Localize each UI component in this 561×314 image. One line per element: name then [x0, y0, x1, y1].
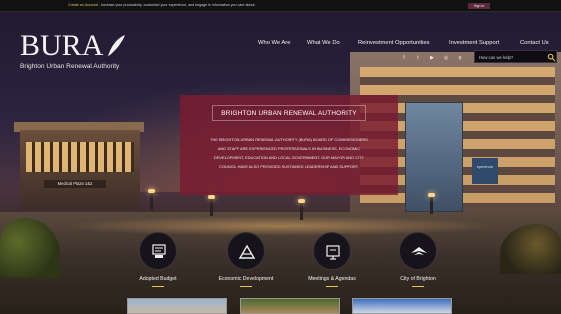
quick-link-underline [412, 286, 424, 287]
quick-link-underline [152, 286, 164, 287]
economic-development-icon [238, 244, 256, 259]
quick-link-underline [240, 286, 252, 287]
search-box [474, 50, 557, 63]
road-light-glow [60, 216, 500, 236]
spectrum-sign: spectrum [472, 158, 498, 184]
nav-contact-us[interactable]: Contact Us [520, 40, 549, 46]
meetings-icon [326, 245, 340, 260]
quick-link-label: Meetings & Agendas [308, 276, 356, 282]
nav-what-we-do[interactable]: What We Do [307, 40, 340, 46]
medical-plaza-sign: Medical Plaza 1&2 [44, 180, 106, 188]
search-input[interactable] [479, 54, 541, 61]
quick-link-circle[interactable] [227, 232, 265, 270]
panel-title: BRIGHTON URBAN RENEWAL AUTHORITY [212, 105, 366, 121]
logo-text: BUR [20, 29, 82, 62]
street-lamp [428, 193, 435, 214]
quick-link-label: Adopted Budget [139, 276, 177, 282]
city-icon [411, 247, 427, 255]
top-notification-bar: Create an Account - Increase your produc… [0, 0, 561, 12]
street-lamp [148, 189, 155, 210]
sign-in-button[interactable]: Sign In [468, 3, 490, 9]
budget-icon [152, 244, 166, 258]
topbar-message-text: Create an Account - Increase your produc… [68, 3, 256, 7]
nav-who-we-are[interactable]: Who We Are [258, 40, 290, 46]
youtube-icon[interactable]: ▶ [428, 54, 436, 62]
news-thumbnail[interactable] [127, 298, 227, 314]
logo-letter-a: A [81, 29, 104, 62]
pinterest-icon[interactable]: p [456, 54, 464, 62]
logo-subtitle: Brighton Urban Renewal Authority [20, 63, 120, 70]
quick-link-label: City of Brighton [400, 276, 436, 282]
quick-link-label: Economic Development [218, 276, 274, 282]
street-lamp [208, 195, 215, 216]
search-icon[interactable] [547, 53, 556, 62]
leaf-icon [108, 35, 125, 56]
twitter-icon[interactable]: t [414, 54, 422, 62]
create-account-link[interactable]: Create an Account [68, 3, 98, 7]
topbar-message: - Increase your productivity, customize … [97, 3, 256, 7]
panel-body: THE BRIGHTON URBAN RENEWAL AUTHORITY (BU… [210, 137, 368, 169]
quick-link-circle[interactable] [139, 232, 177, 270]
quick-link-underline [326, 286, 338, 287]
news-thumbnail[interactable] [352, 298, 452, 314]
quick-link-circle[interactable] [399, 232, 437, 270]
facebook-icon[interactable]: f [400, 54, 408, 62]
left-building-windows [26, 142, 134, 172]
street-lamp [298, 199, 305, 220]
intro-panel: BRIGHTON URBAN RENEWAL AUTHORITY THE BRI… [180, 95, 398, 195]
quick-link-circle[interactable] [313, 232, 351, 270]
nav-investment-support[interactable]: Investment Support [449, 40, 499, 46]
instagram-icon[interactable]: ◎ [442, 54, 450, 62]
news-thumbnail[interactable] [240, 298, 340, 314]
site-header: BURA Brighton Urban Renewal Authority Wh… [0, 12, 561, 70]
nav-reinvestment-opportunities[interactable]: Reinvestment Opportunities [358, 40, 430, 46]
bura-logo[interactable]: BURA [20, 29, 104, 62]
